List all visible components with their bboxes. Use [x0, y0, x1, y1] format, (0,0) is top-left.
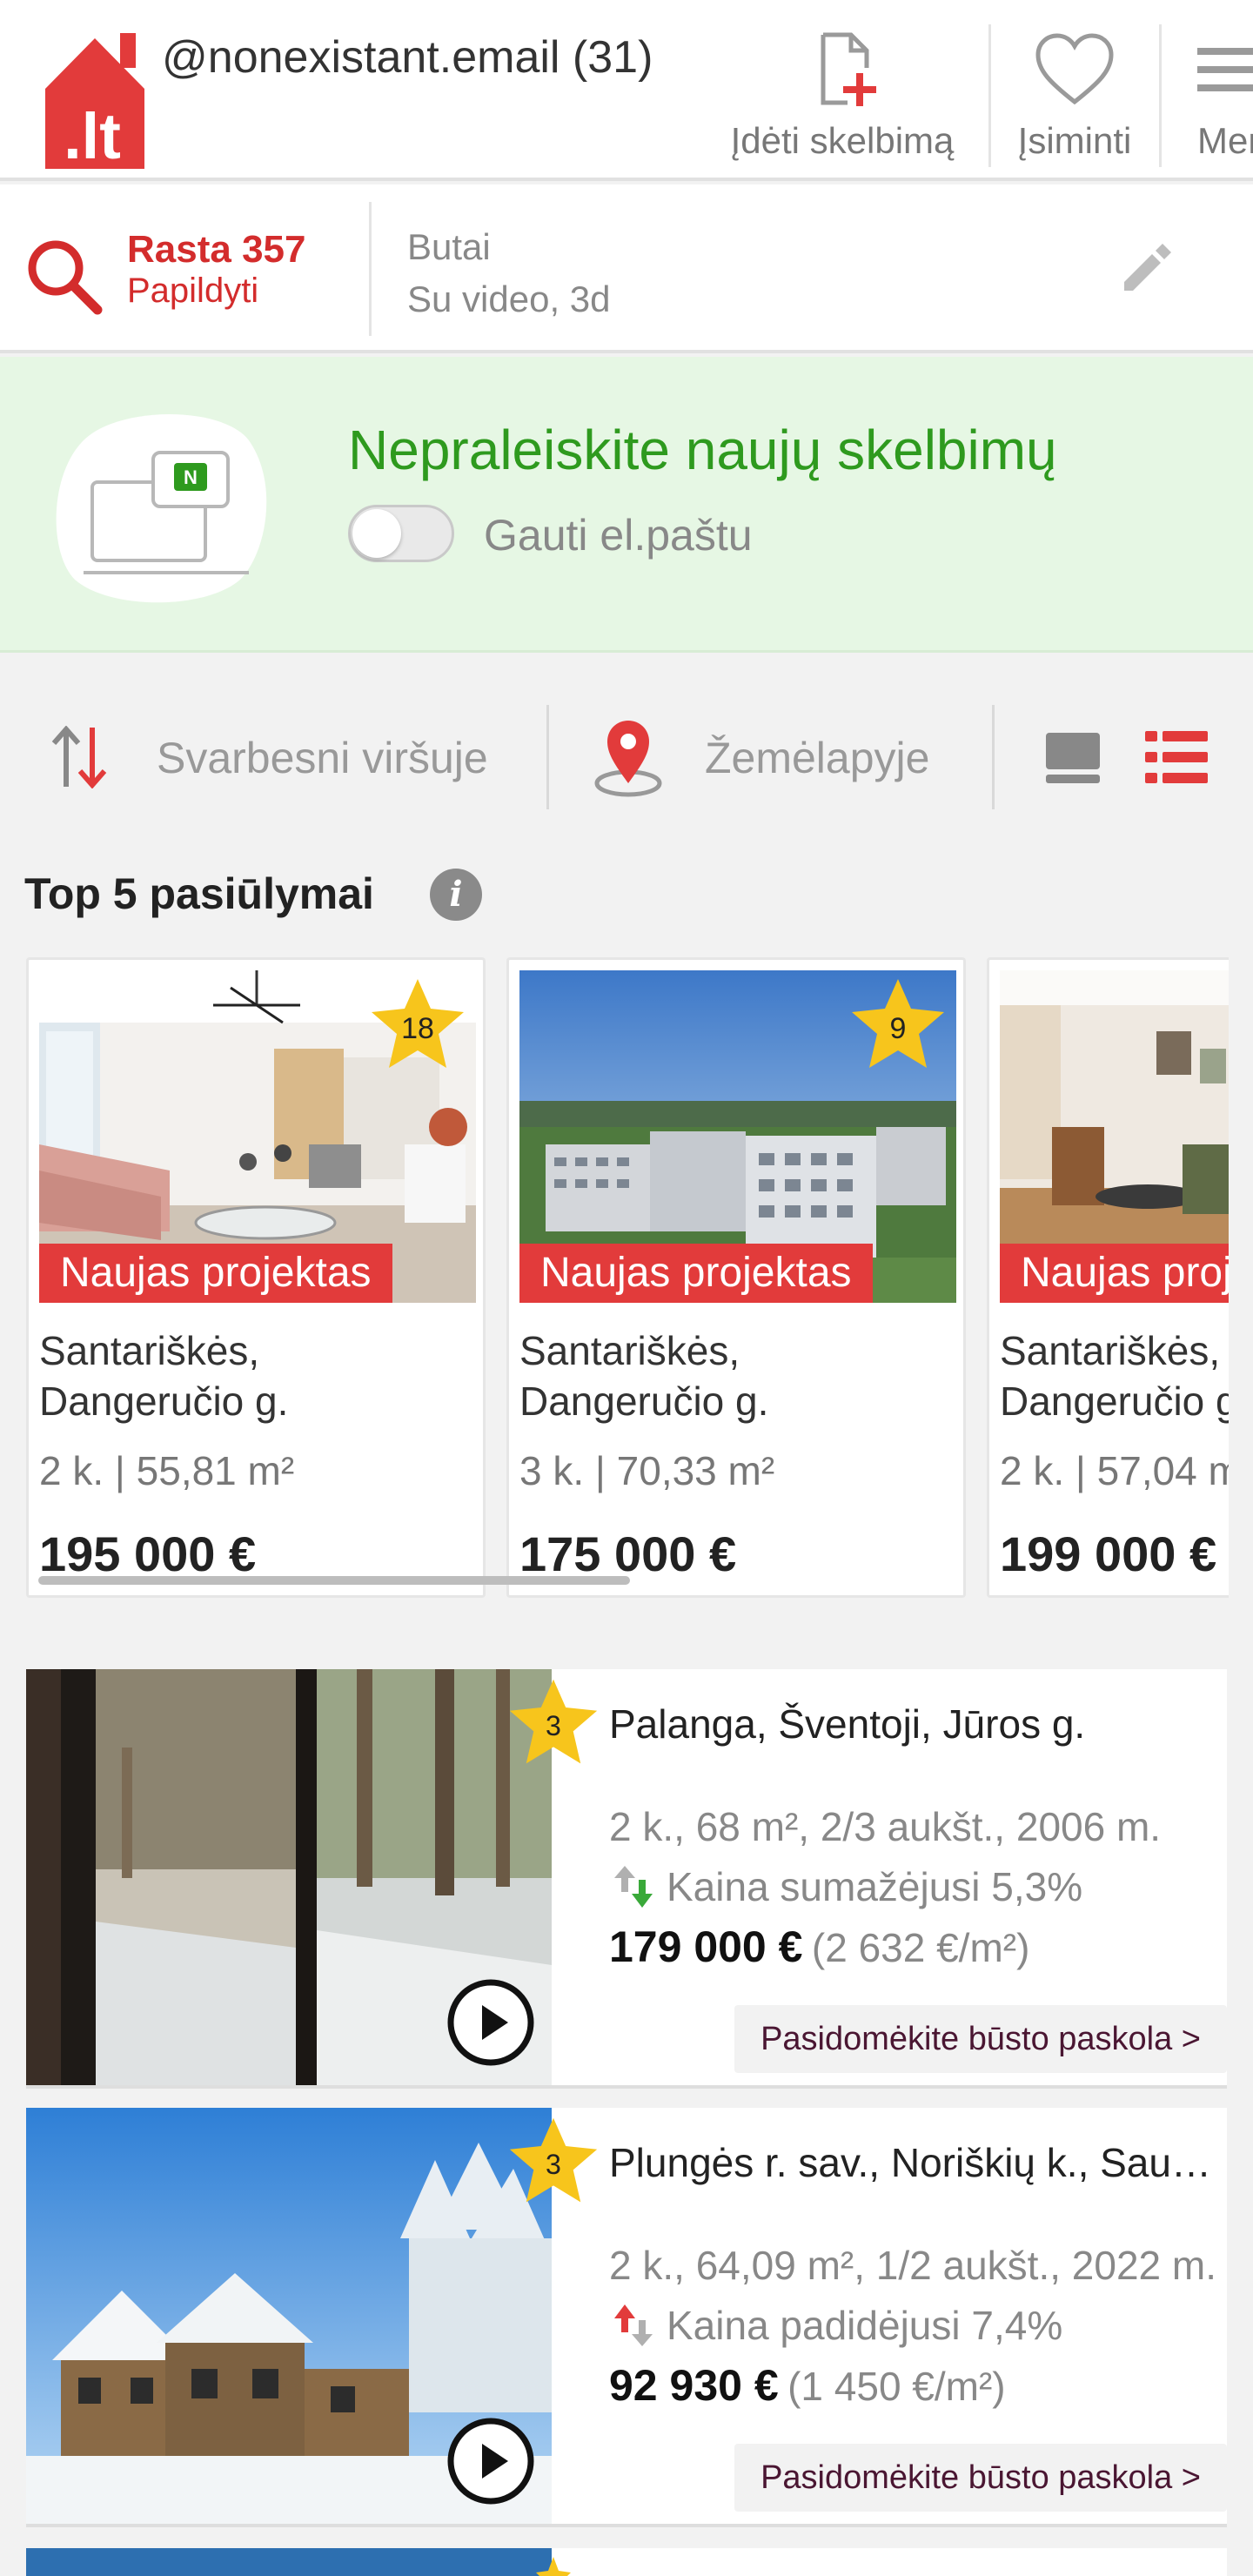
computer-notification-icon: N [56, 414, 267, 603]
top-offer-card[interactable]: 9 Naujas projektas Santariškės, Dangeruč… [506, 957, 966, 1598]
listing-card[interactable] [26, 2548, 1227, 2576]
card-address: Santariškės, Dangeručio g. [1000, 1328, 1229, 1424]
card-price: 175 000 € [519, 1526, 737, 1581]
listing-address[interactable]: Palanga, Šventoji, Jūros g. [609, 1701, 1218, 1748]
search-icon [28, 240, 103, 315]
hamburger-menu-icon [1197, 48, 1253, 91]
notify-title: Nepraleiskite naujų skelbimų [348, 419, 1057, 481]
add-listing-label: Įdėti skelbimą [730, 120, 955, 161]
app-header: .lt @nonexistant.email (31) Įdėti skelbi… [0, 0, 1253, 181]
promo-star-count: 18 [401, 1012, 434, 1045]
top-offer-card[interactable]: Naujas projektas Santariškės, Dangeručio… [987, 957, 1229, 1598]
pencil-icon[interactable] [1117, 238, 1175, 296]
toolbar-divider [992, 705, 995, 809]
top5-heading: Top 5 pasiūlymai [24, 869, 374, 918]
promo-star-count: 3 [546, 1710, 561, 1741]
search-summary[interactable]: Rasta 357 Papildyti Butai Su video, 3d [0, 184, 1253, 353]
price-up-icon [614, 2304, 653, 2346]
promo-star-icon [536, 2557, 571, 2576]
search-filters: Su video, 3d [407, 278, 611, 319]
price-down-icon [614, 1866, 653, 1908]
listing-address[interactable]: Plungės r. sav., Noriškių k., Saulės g. [609, 2139, 1218, 2186]
listing-card[interactable]: 3 Plungės r. sav., Noriškių k., Saulės g… [26, 2108, 1227, 2527]
search-divider [369, 202, 372, 336]
carousel-scroll-indicator [38, 1576, 630, 1585]
toolbar-divider [546, 705, 549, 809]
card-address: Santariškės, Dangeručio g. [39, 1328, 289, 1424]
toggle-knob [352, 509, 401, 558]
mortgage-link[interactable]: Pasidomėkite būsto paskola > [734, 2005, 1227, 2073]
new-project-badge: Naujas projektas [519, 1244, 873, 1303]
notify-badge-letter: N [184, 466, 198, 488]
listing-price-row: 92 930 € (1 450 €/m²) [609, 2360, 1006, 2411]
menu-button[interactable]: Meniu [1176, 0, 1253, 178]
card-spec: 2 k. | 55,81 m² [39, 1448, 295, 1493]
email-alert-label: Gauti el.paštu [484, 511, 753, 560]
heart-icon [1035, 33, 1114, 105]
logo-text: .lt [64, 100, 121, 169]
search-category: Butai [407, 226, 491, 267]
menu-label: Meniu [1197, 120, 1253, 161]
card-view-icon[interactable] [1044, 731, 1102, 785]
promo-star-count: 9 [890, 1012, 907, 1045]
price-trend-text: Kaina padidėjusi 7,4% [667, 2303, 1063, 2348]
new-project-badge: Naujas projektas [1000, 1244, 1229, 1303]
mortgage-link[interactable]: Pasidomėkite būsto paskola > [734, 2444, 1227, 2512]
new-project-badge: Naujas projektas [39, 1244, 392, 1303]
listing-details: 2 k., 68 m², 2/3 aukšt., 2006 m. [609, 1804, 1162, 1849]
video-play-icon[interactable] [446, 1977, 536, 2068]
header-divider [1159, 24, 1162, 167]
listing-price-row: 179 000 € (2 632 €/m²) [609, 1922, 1029, 1972]
user-account[interactable]: @nonexistant.email (31) [162, 31, 653, 84]
listing-card[interactable]: 3 Palanga, Šventoji, Jūros g. 2 k., 68 m… [26, 1669, 1227, 2089]
card-spec: 2 k. | 57,04 m² [1000, 1448, 1229, 1493]
refine-search-link[interactable]: Papildyti [127, 272, 258, 311]
favorites-label: Įsiminti [1017, 120, 1132, 161]
map-pin-icon[interactable] [592, 717, 665, 797]
sort-select[interactable]: Svarbesni viršuje [157, 733, 496, 783]
top-offer-card[interactable]: 18 Naujas projektas Santariškės, Dangeru… [26, 957, 486, 1598]
header-divider [988, 24, 991, 167]
listing-price: 179 000 € [609, 1922, 803, 1971]
listing-price: 92 930 € [609, 2361, 779, 2410]
card-price: 195 000 € [39, 1526, 257, 1581]
email-alert-toggle[interactable] [348, 505, 454, 562]
card-address: Santariškės, Dangeručio g. [519, 1328, 769, 1424]
sort-arrows-icon[interactable] [49, 726, 110, 788]
card-price: 199 000 € [1000, 1526, 1217, 1581]
promo-star-count: 3 [546, 2149, 561, 2180]
price-trend: Kaina sumažėjusi 5,3% [609, 1862, 1082, 1911]
list-view-icon[interactable] [1145, 729, 1208, 785]
notify-banner: N Nepraleiskite naujų skelbimų Gauti el.… [0, 357, 1253, 653]
price-trend-text: Kaina sumažėjusi 5,3% [667, 1864, 1083, 1909]
top5-carousel[interactable]: 18 Naujas projektas Santariškės, Dangeru… [0, 957, 1229, 1601]
info-icon[interactable]: i [430, 869, 482, 921]
promo-star-icon: 3 [509, 2117, 598, 2203]
listing-price-per-m2: (2 632 €/m²) [811, 1925, 1030, 1970]
map-view-button[interactable]: Žemėlapyje [705, 733, 929, 783]
promo-star-icon: 18 [372, 979, 464, 1068]
listing-toolbar: Svarbesni viršuje Žemėlapyje [0, 688, 1253, 827]
listing-photo [26, 2548, 552, 2576]
card-spec: 3 k. | 70,33 m² [519, 1448, 775, 1493]
promo-star-icon: 3 [509, 1679, 598, 1764]
add-document-icon [821, 32, 876, 106]
video-play-icon[interactable] [446, 2416, 536, 2506]
promo-star-icon: 9 [852, 979, 944, 1068]
price-trend: Kaina padidėjusi 7,4% [609, 2301, 1062, 2350]
listing-price-per-m2: (1 450 €/m²) [787, 2364, 1006, 2409]
logo-icon[interactable]: .lt [37, 31, 153, 169]
results-count: Rasta 357 [127, 228, 306, 271]
listing-details: 2 k., 64,09 m², 1/2 aukšt., 2022 m. [609, 2243, 1217, 2288]
favorites-button[interactable]: Įsiminti [994, 0, 1156, 178]
add-listing-button[interactable]: Įdėti skelbimą [712, 0, 973, 178]
